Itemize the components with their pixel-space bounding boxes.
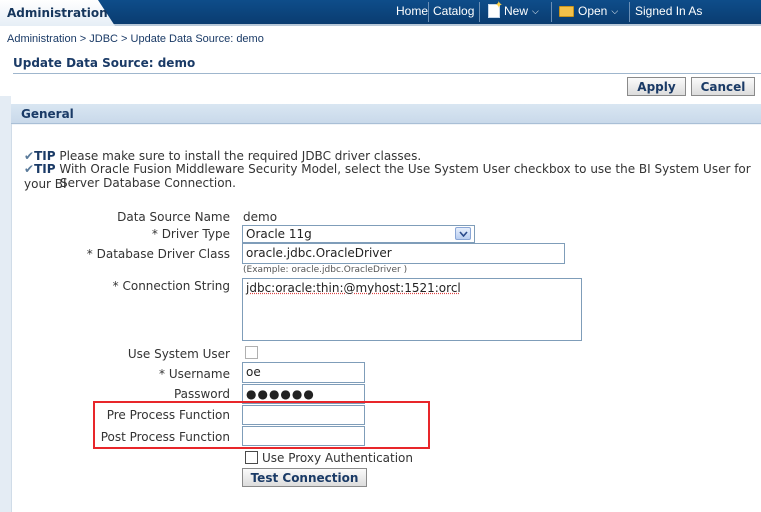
chevron-down-icon: ⌵ [611,5,619,16]
app-title: Administration [7,6,108,20]
tip-text: Please make sure to install the required… [59,149,422,163]
driver-type-label: * Driver Type [151,227,230,241]
connection-string-textarea[interactable]: jdbc:oracle:thin:@myhost:1521:orcl [242,278,582,341]
nav-new-menu[interactable]: ✦ New ⌵ [488,1,539,18]
section-header [11,104,761,124]
new-icon: ✦ [488,1,503,18]
password-label: Password [173,387,230,401]
driver-type-select[interactable]: Oracle 11g [242,225,475,243]
use-system-user-label: Use System User [127,347,230,361]
nav-open-menu[interactable]: Open ⌵ [559,4,618,18]
signed-in-as[interactable]: Signed In As [635,4,702,18]
title-divider [13,73,761,74]
nav-new-label: New [504,4,529,18]
connection-string-label: * Connection String [112,279,230,293]
page-title: Update Data Source: demo [13,56,196,70]
username-input[interactable]: oe [242,362,365,383]
driver-type-value: Oracle 11g [246,227,312,241]
tip-2-continued: Server Database Connection. [60,176,236,190]
check-icon: ✔ [24,149,35,163]
use-system-user-checkbox[interactable] [245,346,258,359]
folder-icon [559,5,574,17]
apply-button[interactable]: Apply [627,77,686,96]
driver-class-label: * Database Driver Class [86,247,230,261]
breadcrumb: Administration > JDBC > Update Data Sour… [7,33,264,45]
connection-string-value: jdbc:oracle:thin:@myhost:1521:orcl [246,281,461,295]
section-title: General [21,107,74,121]
nav-separator [428,2,429,22]
cancel-button[interactable]: Cancel [691,77,755,96]
highlight-box [93,401,430,449]
nav-catalog-link[interactable]: Catalog [433,4,474,18]
nav-open-label: Open [578,4,608,18]
chevron-down-icon: ⌵ [532,5,539,16]
data-source-name-value: demo [243,210,278,224]
nav-home-link[interactable]: Home [396,4,428,18]
nav-separator [551,2,552,22]
breadcrumb-current: Update Data Source: demo [130,33,264,45]
username-label: * Username [159,367,230,381]
breadcrumb-separator: > [79,33,90,45]
driver-class-example: (Example: oracle.jdbc.OracleDriver ) [243,265,408,275]
nav-separator [479,2,480,22]
breadcrumb-jdbc[interactable]: JDBC [89,33,118,45]
left-strip [0,96,11,512]
breadcrumb-separator: > [121,33,131,45]
breadcrumb-administration[interactable]: Administration [7,33,77,45]
test-connection-button[interactable]: Test Connection [242,468,367,487]
check-icon: ✔ [24,162,35,176]
data-source-name-label: Data Source Name [117,210,230,224]
chevron-down-icon[interactable] [455,227,471,240]
nav-separator [629,2,630,22]
driver-class-input[interactable]: oracle.jdbc.OracleDriver [242,243,565,264]
use-proxy-checkbox[interactable] [245,451,258,464]
use-proxy-label: Use Proxy Authentication [262,451,414,465]
